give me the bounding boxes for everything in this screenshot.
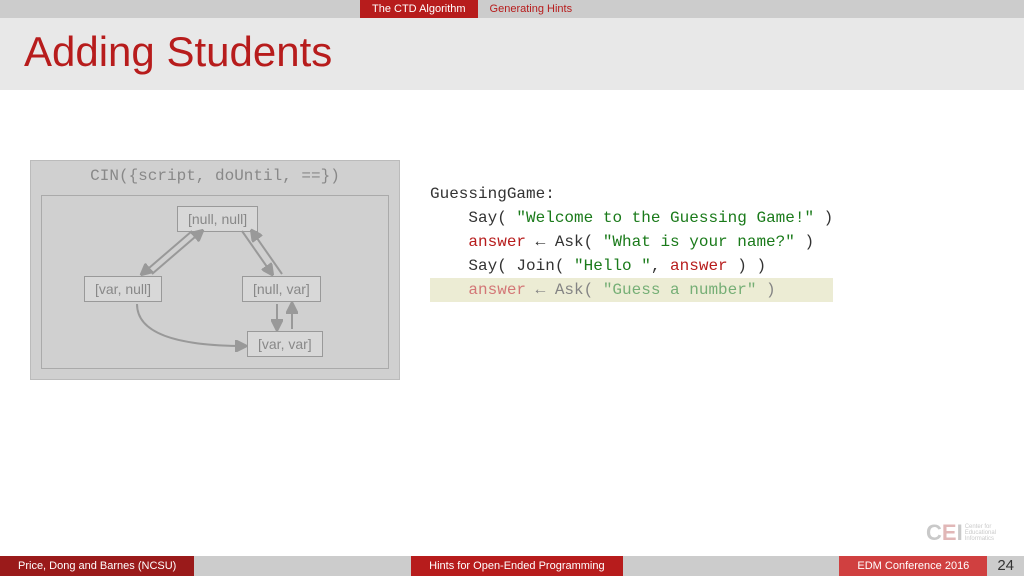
- tab-generating-hints: Generating Hints: [478, 0, 585, 18]
- code-line-2: answer ← Ask( "What is your name?" ): [430, 230, 833, 254]
- footer-title: Hints for Open-Ended Programming: [411, 556, 622, 576]
- tab-spacer: [0, 0, 360, 18]
- slide-title: Adding Students: [24, 28, 1000, 76]
- footer-gap1: [194, 556, 411, 576]
- code-line-1: Say( "Welcome to the Guessing Game!" ): [430, 206, 833, 230]
- logo-letter-i: I: [957, 520, 963, 546]
- page-number: 24: [987, 556, 1024, 576]
- footer-gap2: [623, 556, 840, 576]
- diagram-arrows: [42, 196, 388, 368]
- diagram-header: CIN({script, doUntil, ==}): [31, 161, 399, 191]
- section-tabs: The CTD Algorithm Generating Hints: [0, 0, 1024, 18]
- logo-letter-c: C: [926, 520, 942, 546]
- tab-ctd-algorithm: The CTD Algorithm: [360, 0, 478, 18]
- footer-authors: Price, Dong and Barnes (NCSU): [0, 556, 194, 576]
- code-line-0: GuessingGame:: [430, 182, 833, 206]
- footer-venue: EDM Conference 2016: [839, 556, 987, 576]
- logo-subtitle: Center for Educational Informatics: [965, 524, 996, 542]
- slide-footer: Price, Dong and Barnes (NCSU) Hints for …: [0, 556, 1024, 576]
- title-band: Adding Students: [0, 18, 1024, 90]
- cin-diagram: CIN({script, doUntil, ==}) [null, null] …: [30, 160, 400, 380]
- code-block: GuessingGame: Say( "Welcome to the Guess…: [430, 160, 833, 380]
- slide-content: CIN({script, doUntil, ==}) [null, null] …: [0, 90, 1024, 380]
- diagram-body: [null, null] [var, null] [null, var] [va…: [41, 195, 389, 369]
- code-line-4-highlighted: answer ← Ask( "Guess a number" ): [430, 278, 833, 302]
- logo-letter-e: E: [942, 520, 957, 546]
- code-line-3: Say( Join( "Hello ", answer ) ): [430, 254, 833, 278]
- cei-logo: C E I Center for Educational Informatics: [926, 516, 1016, 550]
